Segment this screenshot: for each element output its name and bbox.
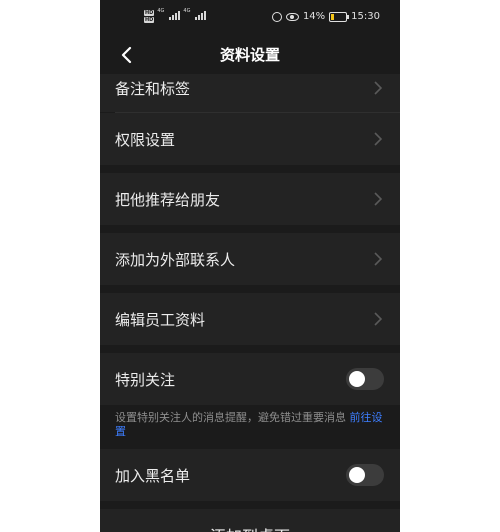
section-gap: [100, 285, 400, 293]
chevron-right-icon: [374, 192, 383, 206]
toggle-knob: [349, 371, 365, 387]
row-special-follow: 特别关注: [100, 353, 400, 405]
row-recommend[interactable]: 把他推荐给朋友: [100, 173, 400, 225]
row-recommend-label: 把他推荐给朋友: [115, 191, 221, 209]
title-bar: 资料设置: [100, 36, 400, 74]
battery-icon: [329, 11, 350, 22]
page-title: 资料设置: [219, 46, 280, 64]
row-edit-employee[interactable]: 编辑员工资料: [100, 293, 400, 345]
phone-screen: HD HD 4G 4G 14% 15:30 资料设置 备注和标签 权限设置 把他…: [100, 0, 400, 532]
row-permissions[interactable]: 权限设置: [100, 113, 400, 165]
special-follow-hint: 设置特别关注人的消息提醒，避免错过重要消息 前往设置: [100, 405, 400, 449]
section-gap: [100, 225, 400, 233]
row-special-follow-label: 特别关注: [115, 371, 176, 389]
row-edit-employee-label: 编辑员工资料: [115, 311, 206, 329]
signal-strength-icon-2: [195, 10, 207, 20]
hd-badge-1: HD: [144, 10, 155, 16]
row-blacklist-label: 加入黑名单: [115, 467, 191, 485]
section-gap: [100, 501, 400, 509]
row-add-external[interactable]: 添加为外部联系人: [100, 233, 400, 285]
row-remark-tags[interactable]: 备注和标签: [100, 74, 400, 112]
hint-text: 设置特别关注人的消息提醒，避免错过重要消息: [115, 411, 350, 424]
eye-comfort-icon: [285, 12, 299, 21]
row-add-desktop[interactable]: 添加到桌面: [100, 509, 400, 532]
row-permissions-label: 权限设置: [115, 131, 176, 149]
chevron-right-icon: [374, 132, 383, 146]
section-gap: [100, 345, 400, 353]
section-gap: [100, 165, 400, 173]
network-type-2: 4G: [183, 8, 191, 14]
chevron-right-icon: [374, 81, 383, 95]
hint-text-block: 设置特别关注人的消息提醒，避免错过重要消息 前往设置: [115, 411, 386, 439]
row-blacklist: 加入黑名单: [100, 449, 400, 501]
network-type-1: 4G: [157, 8, 165, 14]
battery-percent: 14%: [302, 11, 326, 22]
clock: 15:30: [351, 11, 380, 22]
row-remark-tags-label: 备注和标签: [115, 80, 191, 98]
chevron-right-icon: [374, 312, 383, 326]
alarm-icon: [271, 11, 282, 22]
chevron-right-icon: [374, 252, 383, 266]
sim-badges: HD HD: [144, 10, 155, 23]
hd-badge-2: HD: [144, 17, 155, 23]
status-right: 14% 15:30: [271, 11, 380, 22]
toggle-knob: [349, 467, 365, 483]
add-desktop-label: 添加到桌面: [100, 523, 400, 532]
row-add-external-label: 添加为外部联系人: [115, 251, 236, 269]
special-follow-toggle[interactable]: [346, 368, 384, 390]
blacklist-toggle[interactable]: [346, 464, 384, 486]
signal-indicators: HD HD 4G 4G: [144, 8, 207, 23]
status-bar: HD HD 4G 4G 14% 15:30: [100, 0, 400, 36]
signal-strength-icon: [169, 10, 181, 20]
